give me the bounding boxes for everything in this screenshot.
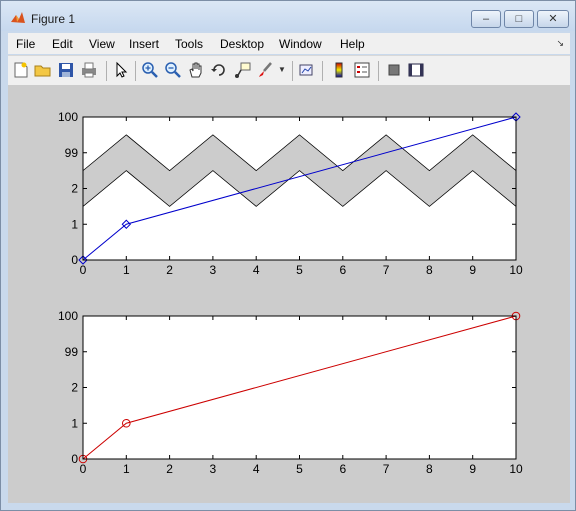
menu-desktop[interactable]: Desktop xyxy=(220,37,264,51)
zoom-out-icon[interactable] xyxy=(164,61,182,79)
menu-edit[interactable]: Edit xyxy=(52,37,73,51)
toolbar-separator xyxy=(106,61,107,81)
print-icon[interactable] xyxy=(80,61,98,79)
rotate-3d-icon[interactable] xyxy=(210,61,228,79)
x-tick-label: 4 xyxy=(253,263,260,277)
figure-canvas: 0 1 2 3 4 5 6 7 8 9 10 0 1 2 99 100 0 1 2 3 4 5 6 7 8 9 10 0 1 2 99 100 xyxy=(8,85,570,503)
save-icon[interactable] xyxy=(57,61,75,79)
menu-view[interactable]: View xyxy=(89,37,115,51)
toolbar-separator xyxy=(292,61,293,81)
axes-1: 0 1 2 3 4 5 6 7 8 9 1001299100 xyxy=(58,110,523,277)
x-tick-label: 6 xyxy=(339,462,346,476)
x-tick-label: 3 xyxy=(210,462,217,476)
new-figure-icon[interactable] xyxy=(12,61,30,79)
x-tick-label: 7 xyxy=(383,462,390,476)
menu-insert[interactable]: Insert xyxy=(129,37,159,51)
toolbar-separator xyxy=(378,61,379,81)
window-title: Figure 1 xyxy=(31,12,76,26)
link-plot-icon[interactable] xyxy=(298,61,316,79)
y-tick-label: 2 xyxy=(71,182,78,196)
pointer-icon[interactable] xyxy=(112,61,130,79)
pan-icon[interactable] xyxy=(187,61,205,79)
x-tick-label: 10 xyxy=(509,462,523,476)
close-icon: ✕ xyxy=(548,13,558,25)
colorbar-icon[interactable] xyxy=(330,61,348,79)
figure-window: Figure 1 ‒ □ ✕ File Edit View Insert Too… xyxy=(0,0,576,511)
y-tick-label: 1 xyxy=(71,217,78,231)
x-tick-label: 6 xyxy=(339,263,346,277)
close-button[interactable]: ✕ xyxy=(537,10,569,28)
x-tick-label: 1 xyxy=(123,263,130,277)
maximize-button[interactable]: □ xyxy=(504,10,534,28)
y-tick-label: 1 xyxy=(71,416,78,430)
axes-2: 0 1 2 3 4 5 6 7 8 9 1001299100 xyxy=(58,309,523,476)
y-tick-label: 99 xyxy=(65,345,79,359)
menu-tools[interactable]: Tools xyxy=(175,37,203,51)
x-tick-label: 5 xyxy=(296,263,303,277)
y-tick-label: 0 xyxy=(71,452,78,466)
data-cursor-icon[interactable] xyxy=(233,61,251,79)
open-file-icon[interactable] xyxy=(34,61,52,79)
y-tick-label: 99 xyxy=(65,146,79,160)
x-tick-label: 9 xyxy=(469,263,476,277)
x-tick-label: 7 xyxy=(383,263,390,277)
x-tick-label: 1 xyxy=(123,462,130,476)
x-tick-label: 8 xyxy=(426,263,433,277)
x-tick-label: 0 xyxy=(80,462,87,476)
toolbar-separator xyxy=(135,61,136,81)
x-tick-label: 0 xyxy=(80,263,87,277)
show-plot-tools-icon[interactable] xyxy=(407,61,425,79)
plot-area xyxy=(83,316,516,459)
x-tick-label: 8 xyxy=(426,462,433,476)
minimize-button[interactable]: ‒ xyxy=(471,10,501,28)
x-tick-label: 4 xyxy=(253,462,260,476)
x-tick-label: 9 xyxy=(469,462,476,476)
brush-dropdown-icon[interactable]: ▼ xyxy=(278,61,286,79)
x-tick-label: 2 xyxy=(166,462,173,476)
brush-icon[interactable] xyxy=(256,61,274,79)
menu-bar: File Edit View Insert Tools Desktop Wind… xyxy=(8,33,570,54)
x-tick-label: 3 xyxy=(210,263,217,277)
menu-help[interactable]: Help xyxy=(340,37,365,51)
x-tick-label: 5 xyxy=(296,462,303,476)
menu-file[interactable]: File xyxy=(16,37,35,51)
dock-arrow-icon[interactable]: ↘ xyxy=(556,38,564,49)
y-tick-label: 2 xyxy=(71,381,78,395)
maximize-icon: □ xyxy=(515,13,523,25)
y-tick-label: 100 xyxy=(58,309,78,323)
y-tick-label: 100 xyxy=(58,110,78,124)
x-tick-label: 10 xyxy=(509,263,523,277)
x-tick-label: 2 xyxy=(166,263,173,277)
minimize-icon: ‒ xyxy=(482,13,490,25)
menu-window[interactable]: Window xyxy=(279,37,322,51)
zoom-in-icon[interactable] xyxy=(141,61,159,79)
y-tick-label: 0 xyxy=(71,253,78,267)
figure-toolbar: ▼ xyxy=(8,55,570,86)
legend-icon[interactable] xyxy=(353,61,371,79)
plots-svg: 0 1 2 3 4 5 6 7 8 9 10012991000 1 2 3 4 5 6 7 8 9 1001299100 xyxy=(58,110,523,476)
matlab-icon xyxy=(11,12,25,23)
hide-plot-tools-icon[interactable] xyxy=(385,61,403,79)
toolbar-separator xyxy=(322,61,323,81)
title-bar[interactable]: Figure 1 ‒ □ ✕ xyxy=(1,1,575,31)
